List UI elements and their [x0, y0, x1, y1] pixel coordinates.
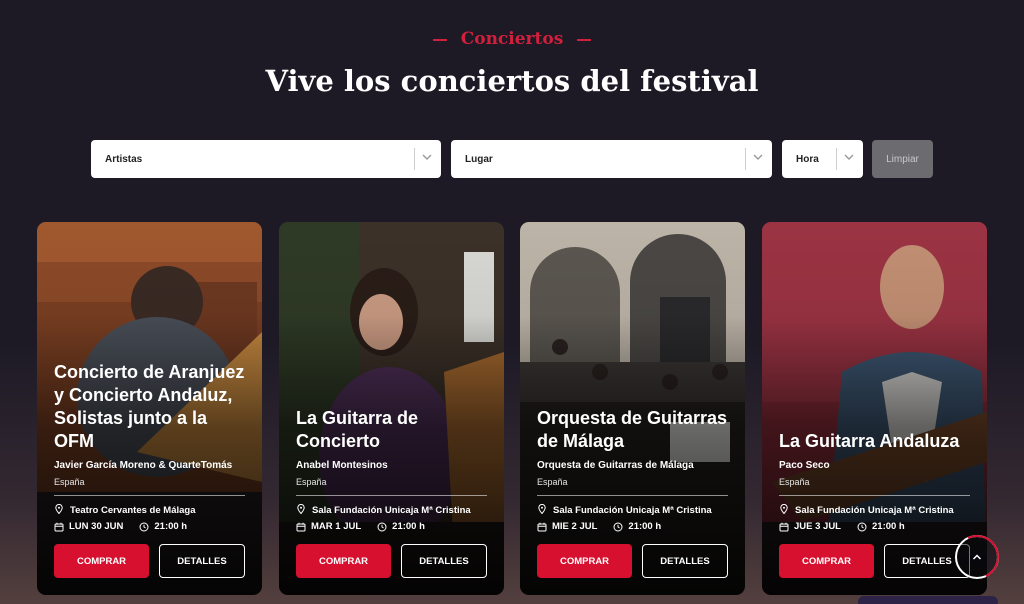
concert-venue: Sala Fundación Unicaja Mª Cristina	[296, 504, 487, 517]
calendar-icon	[54, 522, 64, 531]
concert-venue: Teatro Cervantes de Málaga	[54, 504, 245, 517]
concert-country: España	[54, 477, 85, 487]
calendar-icon	[779, 522, 789, 531]
chevron-down-icon	[753, 154, 763, 160]
concert-date: JUE 3 JUL	[794, 521, 841, 532]
buy-button[interactable]: COMPRAR	[296, 544, 391, 578]
clock-icon	[857, 522, 867, 531]
concert-datetime: LUN 30 JUN 21:00 h	[54, 521, 245, 532]
select-divider	[745, 148, 746, 170]
concert-card[interactable]: La Guitarra de Concierto Anabel Montesin…	[279, 222, 504, 595]
clock-icon	[139, 522, 149, 531]
buy-button[interactable]: COMPRAR	[779, 544, 874, 578]
concert-date: MIE 2 JUL	[552, 521, 598, 532]
eyebrow-dash-right	[577, 38, 592, 41]
concert-venue-label: Sala Fundación Unicaja Mª Cristina	[795, 505, 954, 516]
location-pin-icon	[297, 504, 305, 514]
concert-datetime: MIE 2 JUL 21:00 h	[537, 521, 728, 532]
bottom-bar-edge	[858, 596, 998, 604]
card-actions: COMPRAR DETALLES	[296, 544, 487, 578]
concert-card[interactable]: Concierto de Aranjuez y Concierto Andalu…	[37, 222, 262, 595]
concert-time: 21:00 h	[154, 521, 188, 532]
clear-filters-button[interactable]: Limpiar	[872, 140, 933, 178]
concert-venue: Sala Fundación Unicaja Mª Cristina	[537, 504, 728, 517]
hora-select-label: Hora	[796, 153, 819, 165]
concert-title: Concierto de Aranjuez y Concierto Andalu…	[54, 362, 245, 451]
calendar-icon	[296, 522, 306, 531]
page-title: Vive los conciertos del festival	[265, 64, 759, 98]
card-content: Concierto de Aranjuez y Concierto Andalu…	[54, 361, 245, 578]
card-actions: COMPRAR DETALLES	[779, 544, 970, 578]
concert-card[interactable]: Orquesta de Guitarras de Málaga Orquesta…	[520, 222, 745, 595]
chevron-down-icon	[422, 154, 432, 160]
card-content: La Guitarra Andaluza Paco Seco España Sa…	[779, 430, 970, 578]
details-button[interactable]: DETALLES	[159, 544, 245, 578]
concert-country: España	[537, 477, 568, 487]
artistas-select[interactable]: Artistas	[91, 140, 441, 178]
select-divider	[414, 148, 415, 170]
card-divider	[537, 495, 728, 496]
card-content: La Guitarra de Concierto Anabel Montesin…	[296, 407, 487, 578]
concert-datetime: MAR 1 JUL 21:00 h	[296, 521, 487, 532]
hora-select[interactable]: Hora	[782, 140, 863, 178]
card-divider	[779, 495, 970, 496]
details-button[interactable]: DETALLES	[642, 544, 728, 578]
scroll-to-top-button[interactable]	[948, 528, 1006, 586]
concert-title: La Guitarra de Concierto	[296, 408, 419, 451]
card-actions: COMPRAR DETALLES	[54, 544, 245, 578]
concert-datetime: JUE 3 JUL 21:00 h	[779, 521, 970, 532]
location-pin-icon	[780, 504, 788, 514]
concert-country: España	[296, 477, 327, 487]
chevron-down-icon	[844, 154, 854, 160]
concert-title: Orquesta de Guitarras de Málaga	[537, 408, 728, 451]
concert-artist: Paco Seco	[779, 460, 830, 471]
card-divider	[54, 495, 245, 496]
card-content: Orquesta de Guitarras de Málaga Orquesta…	[537, 407, 728, 578]
concert-time: 21:00 h	[392, 521, 425, 532]
concert-venue-label: Teatro Cervantes de Málaga	[70, 505, 196, 516]
concert-venue-label: Sala Fundación Unicaja Mª Cristina	[312, 505, 471, 516]
eyebrow-label: Conciertos	[460, 29, 564, 49]
calendar-icon	[537, 522, 547, 531]
concert-venue: Sala Fundación Unicaja Mª Cristina	[779, 504, 970, 517]
clock-icon	[377, 522, 387, 531]
concert-artist: Orquesta de Guitarras de Málaga	[537, 460, 694, 471]
concert-artist: Javier García Moreno & QuarteTomás	[54, 460, 233, 471]
clock-icon	[613, 522, 623, 531]
concert-date: MAR 1 JUL	[311, 521, 362, 532]
concert-title: La Guitarra Andaluza	[779, 431, 960, 451]
select-divider	[836, 148, 837, 170]
concert-time: 21:00 h	[872, 521, 905, 532]
concert-time: 21:00 h	[628, 521, 662, 532]
lugar-select-label: Lugar	[465, 153, 493, 165]
location-pin-icon	[55, 504, 63, 514]
artistas-select-label: Artistas	[105, 153, 143, 165]
buy-button[interactable]: COMPRAR	[537, 544, 632, 578]
details-button[interactable]: DETALLES	[401, 544, 487, 578]
buy-button[interactable]: COMPRAR	[54, 544, 149, 578]
location-pin-icon	[538, 504, 546, 514]
card-actions: COMPRAR DETALLES	[537, 544, 728, 578]
concert-date: LUN 30 JUN	[69, 521, 124, 532]
concert-country: España	[779, 477, 810, 487]
card-divider	[296, 495, 487, 496]
eyebrow-dash-left	[432, 38, 447, 41]
concert-venue-label: Sala Fundación Unicaja Mª Cristina	[553, 505, 712, 516]
section-eyebrow: Conciertos	[0, 29, 1024, 49]
concert-card[interactable]: La Guitarra Andaluza Paco Seco España Sa…	[762, 222, 987, 595]
lugar-select[interactable]: Lugar	[451, 140, 772, 178]
concert-artist: Anabel Montesinos	[296, 460, 388, 471]
